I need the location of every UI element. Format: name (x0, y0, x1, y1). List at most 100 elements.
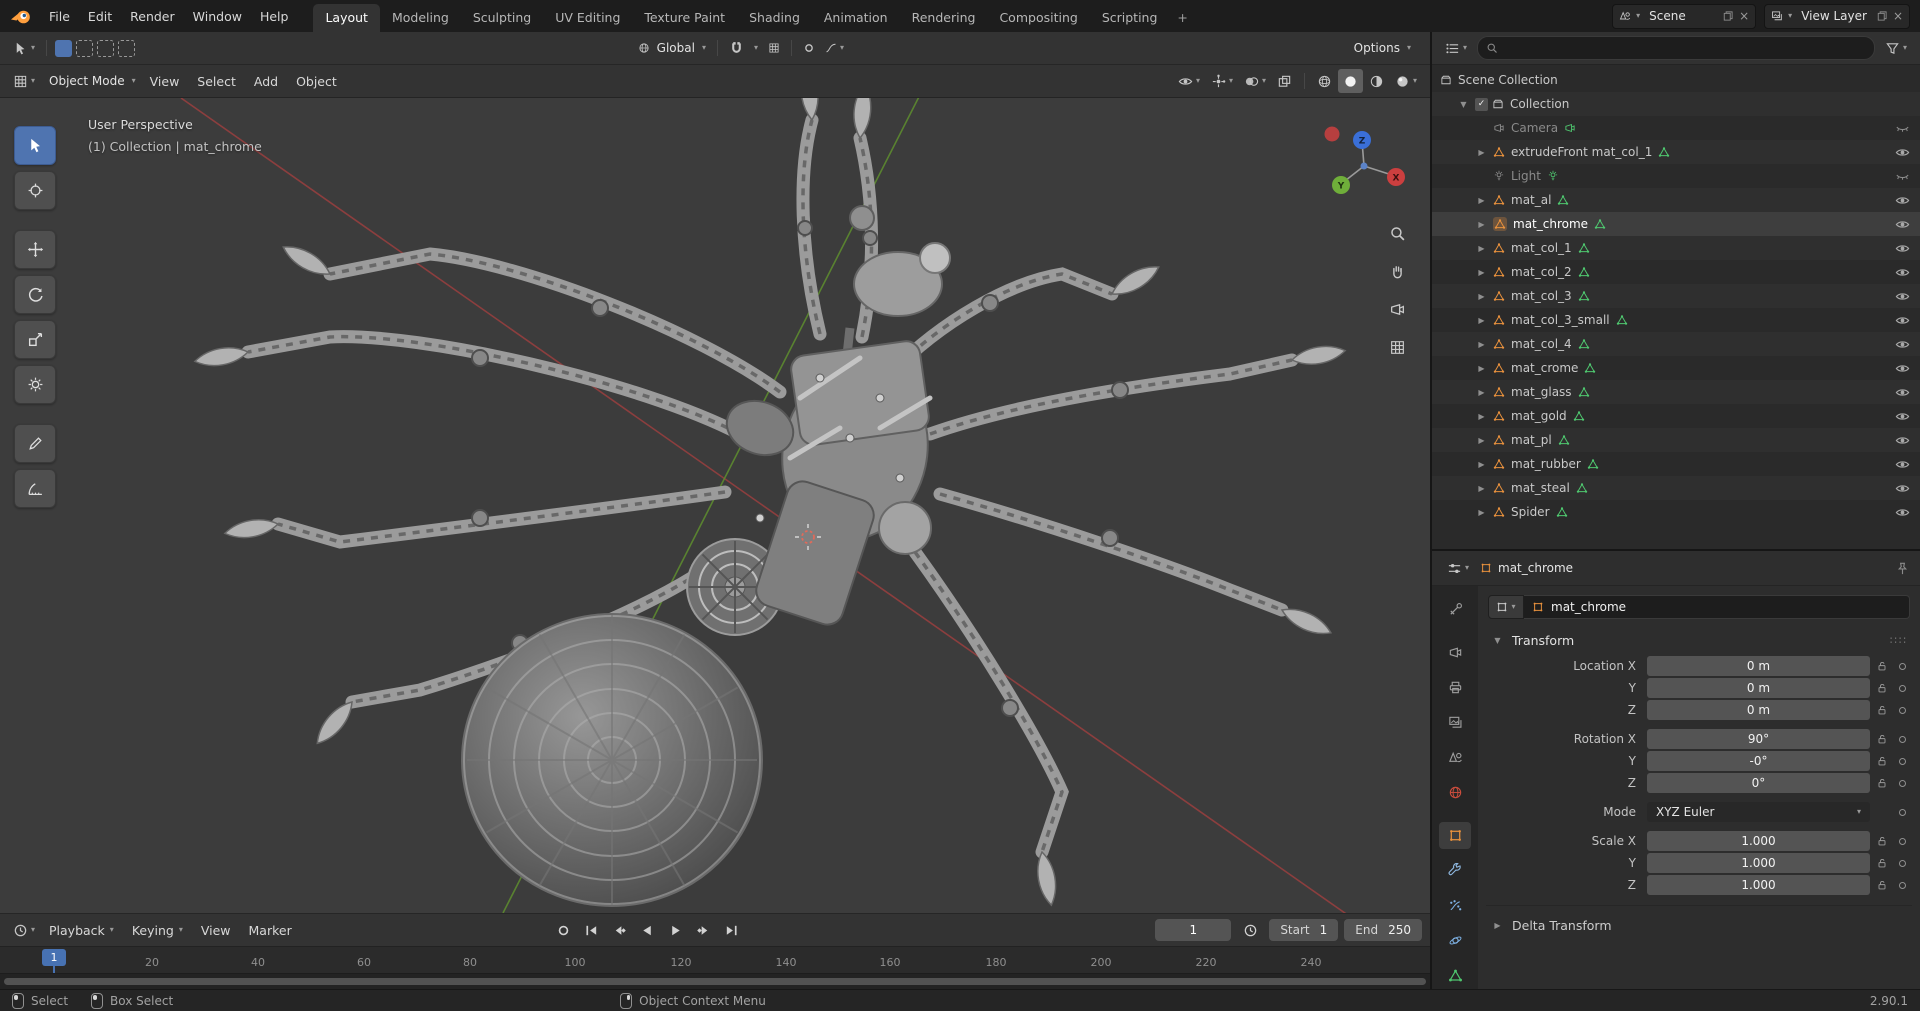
eye-icon[interactable] (1895, 385, 1910, 400)
expand-icon[interactable] (1474, 340, 1489, 349)
animate-decorator[interactable] (1898, 808, 1906, 816)
expand-icon[interactable] (1474, 388, 1489, 397)
eye-icon[interactable] (1895, 505, 1910, 520)
expand-icon[interactable] (1474, 292, 1489, 301)
eye-icon[interactable] (1895, 433, 1910, 448)
expand-icon[interactable] (1474, 220, 1489, 229)
eye-icon[interactable] (1895, 337, 1910, 352)
frame-start-field[interactable]: Start 1 (1269, 919, 1339, 941)
lock-icon[interactable] (1876, 660, 1888, 672)
viewport-menu-object[interactable]: Object (287, 70, 346, 93)
outliner-item-collection[interactable]: Collection (1432, 92, 1920, 116)
animate-decorator[interactable] (1898, 706, 1906, 714)
chevron-down-icon[interactable] (1636, 12, 1640, 20)
new-view-layer-icon[interactable] (1876, 10, 1888, 22)
jump-to-end-button[interactable] (719, 919, 745, 941)
eye-icon[interactable] (1895, 145, 1910, 160)
outliner-item-mat-pl[interactable]: mat_pl (1432, 428, 1920, 452)
play-reverse-button[interactable] (635, 919, 661, 941)
outliner-item-mat-col-3[interactable]: mat_col_3 (1432, 284, 1920, 308)
pan-hand-button[interactable] (1386, 260, 1408, 282)
xray-toggle[interactable] (1272, 69, 1297, 93)
viewport-canvas[interactable] (0, 98, 1430, 913)
transform-tool[interactable] (14, 365, 56, 404)
shading-wireframe-button[interactable] (1312, 69, 1337, 93)
rotation-z-field[interactable]: 0° (1647, 773, 1870, 793)
expand-icon[interactable] (1474, 316, 1489, 325)
move-tool[interactable] (14, 230, 56, 269)
viewport-menu-view[interactable]: View (141, 70, 189, 93)
rotation-mode-dropdown[interactable]: XYZ Euler (1647, 802, 1870, 822)
shading-material-button[interactable] (1364, 69, 1389, 93)
unlink-scene-icon[interactable] (1739, 9, 1749, 23)
animate-decorator[interactable] (1898, 662, 1906, 670)
scale-y-field[interactable]: 1.000 (1647, 853, 1870, 873)
eye-closed-icon[interactable] (1895, 121, 1910, 136)
eye-icon[interactable] (1895, 409, 1910, 424)
location-x-field[interactable]: 0 m (1647, 656, 1870, 676)
timeline-hscrollbar[interactable] (4, 978, 1426, 985)
snap-toggle[interactable] (724, 36, 749, 60)
transform-panel-header[interactable]: Transform (1486, 623, 1912, 656)
collapse-icon[interactable] (1490, 636, 1505, 645)
panel-drag-handle-icon[interactable] (1890, 634, 1908, 647)
timeline-menu-keying[interactable]: Keying (123, 919, 192, 942)
menu-file[interactable]: File (40, 5, 79, 28)
outliner-item-mat-col-3-small[interactable]: mat_col_3_small (1432, 308, 1920, 332)
workspace-tab-scripting[interactable]: Scripting (1090, 4, 1170, 32)
eye-icon[interactable] (1895, 361, 1910, 376)
eye-closed-icon[interactable] (1895, 169, 1910, 184)
workspace-tab-sculpting[interactable]: Sculpting (461, 4, 543, 32)
new-scene-icon[interactable] (1722, 10, 1734, 22)
timeline-menu-playback[interactable]: Playback (40, 919, 123, 942)
viewport-menu-add[interactable]: Add (245, 70, 287, 93)
tab-scene[interactable] (1439, 744, 1471, 771)
scene-selector[interactable]: Scene (1612, 3, 1757, 29)
eye-icon[interactable] (1895, 193, 1910, 208)
rotation-x-field[interactable]: 90° (1647, 729, 1870, 749)
workspace-tab-texture-paint[interactable]: Texture Paint (632, 4, 737, 32)
viewport-3d[interactable]: User Perspective (1) Collection | mat_ch… (0, 98, 1430, 913)
object-name-field[interactable]: mat_chrome (1524, 595, 1910, 619)
expand-icon[interactable] (1474, 508, 1489, 517)
tab-output[interactable] (1439, 674, 1471, 701)
measure-tool[interactable] (14, 469, 56, 508)
animate-decorator[interactable] (1898, 757, 1906, 765)
options-dropdown[interactable]: Options (1345, 36, 1416, 60)
tab-modifiers[interactable] (1439, 857, 1471, 884)
animate-decorator[interactable] (1898, 859, 1906, 867)
view-layer-selector[interactable]: View Layer (1764, 3, 1910, 29)
select-box-tool[interactable] (14, 126, 56, 165)
outliner-item-mat-gold[interactable]: mat_gold (1432, 404, 1920, 428)
expand-icon[interactable] (1474, 364, 1489, 373)
animate-decorator[interactable] (1898, 881, 1906, 889)
proportional-falloff-dropdown[interactable] (820, 36, 849, 60)
add-workspace-button[interactable]: + (1169, 4, 1195, 32)
lock-icon[interactable] (1876, 857, 1888, 869)
outliner-editor-dropdown[interactable] (1440, 36, 1472, 60)
lock-icon[interactable] (1876, 733, 1888, 745)
tab-object[interactable] (1439, 822, 1471, 849)
select-mode-invert-toggle[interactable] (118, 39, 136, 57)
outliner-item-mat-steal[interactable]: mat_steal (1432, 476, 1920, 500)
menu-edit[interactable]: Edit (79, 5, 121, 28)
scale-x-field[interactable]: 1.000 (1647, 831, 1870, 851)
outliner-item-mat-al[interactable]: mat_al (1432, 188, 1920, 212)
frame-end-field[interactable]: End 250 (1344, 919, 1422, 941)
remove-view-layer-icon[interactable] (1893, 9, 1903, 23)
outliner-item-mat-col-1[interactable]: mat_col_1 (1432, 236, 1920, 260)
axis-z-label[interactable]: Z (1359, 137, 1366, 147)
snap-target-button[interactable] (763, 36, 785, 60)
timeline-track-area[interactable] (0, 973, 1430, 989)
shading-solid-button[interactable] (1337, 69, 1363, 93)
lock-icon[interactable] (1876, 835, 1888, 847)
tab-particles[interactable] (1439, 892, 1471, 919)
shading-rendered-button[interactable] (1390, 69, 1422, 93)
viewport-menu-select[interactable]: Select (188, 70, 245, 93)
timeline-ruler[interactable]: 20 40 60 80 100 120 140 160 180 200 220 … (0, 946, 1430, 975)
expand-icon[interactable] (1474, 244, 1489, 253)
jump-to-start-button[interactable] (579, 919, 605, 941)
rotation-y-field[interactable]: -0° (1647, 751, 1870, 771)
select-mode-extend-toggle[interactable] (76, 39, 94, 57)
outliner-item-mat-col-4[interactable]: mat_col_4 (1432, 332, 1920, 356)
